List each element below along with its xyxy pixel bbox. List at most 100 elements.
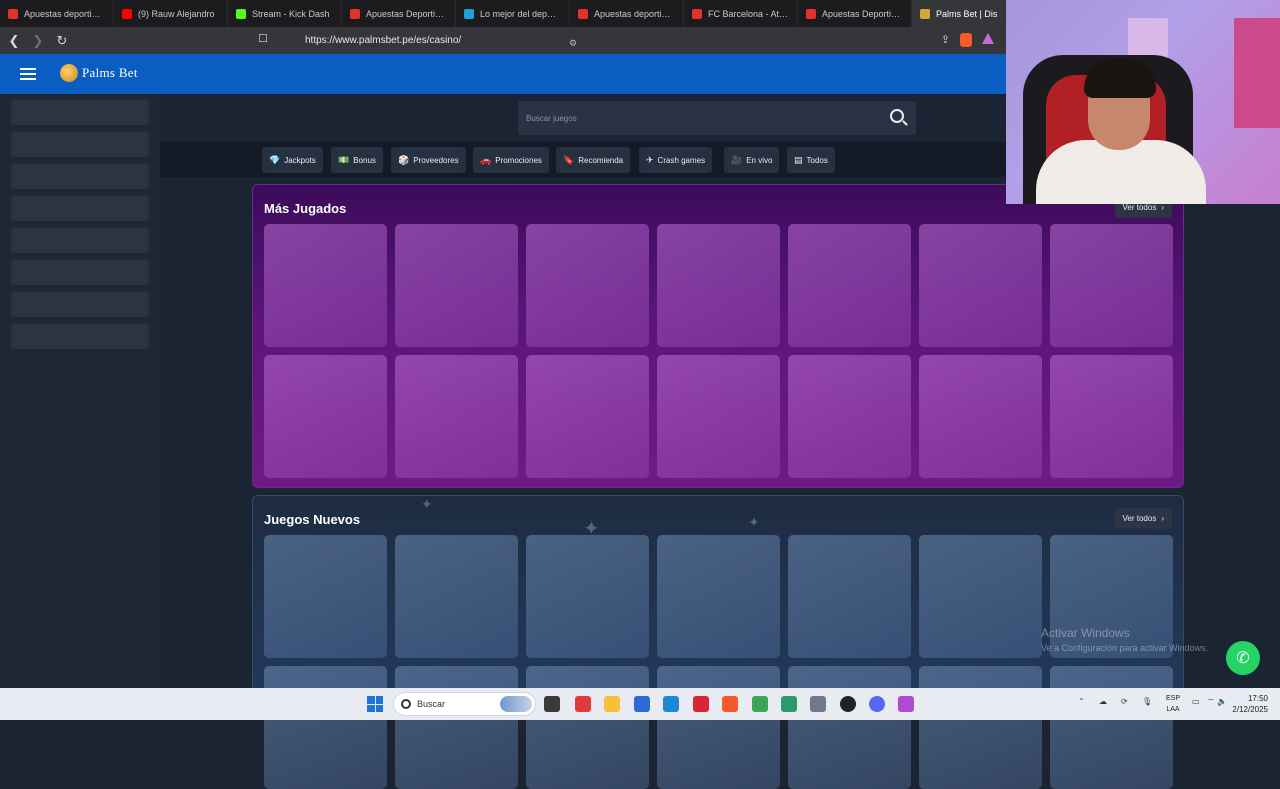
wall-poster (1234, 18, 1280, 128)
game-tile-placeholder[interactable] (657, 355, 780, 478)
car-icon: 🚗 (480, 154, 492, 165)
game-tile-placeholder[interactable] (657, 224, 780, 347)
game-tile-placeholder[interactable] (788, 535, 911, 658)
game-tile-placeholder[interactable] (1050, 224, 1173, 347)
search-icon[interactable] (890, 109, 904, 123)
game-tile-placeholder[interactable] (395, 535, 518, 658)
category-promociones[interactable]: 🚗 Promociones (473, 147, 549, 173)
browser-tab[interactable]: Stream - Kick Dash (228, 0, 342, 27)
file-explorer-icon[interactable] (604, 696, 620, 712)
share-icon[interactable]: ⇪ (941, 33, 950, 47)
browser-toolbar: ❮ ❯ ↻ ☐ ⚙ https://www.palmsbet.pe/es/cas… (0, 27, 1006, 54)
diamond-icon: 💎 (269, 154, 281, 165)
system-clock[interactable]: 17:50 2/12/2025 (1228, 693, 1268, 715)
game-tile-placeholder[interactable] (526, 355, 649, 478)
category-todos[interactable]: ▤ Todos (787, 147, 835, 173)
wifi-icon[interactable]: ⌔ (1207, 697, 1215, 707)
game-tile-placeholder[interactable] (395, 355, 518, 478)
whatsapp-icon[interactable]: ✆ (1226, 641, 1260, 675)
game-tile-placeholder[interactable] (657, 666, 780, 789)
site-header: Palms Bet (0, 54, 1006, 94)
game-tile-placeholder[interactable] (919, 666, 1042, 789)
brave-icon[interactable] (722, 696, 738, 712)
game-tile-placeholder[interactable] (526, 224, 649, 347)
see-all-button[interactable]: Ver todos › (1114, 508, 1172, 529)
search-icon (401, 699, 411, 709)
game-tile-placeholder[interactable] (264, 535, 387, 658)
game-tile-placeholder[interactable] (264, 355, 387, 478)
game-tile-placeholder[interactable] (657, 535, 780, 658)
category-en-vivo[interactable]: 🎥 En vivo (724, 147, 780, 173)
sidebar-skeleton-item (11, 228, 149, 253)
game-tile-placeholder[interactable] (395, 224, 518, 347)
microphone-icon[interactable]: 🎙 (1142, 697, 1152, 706)
brand-name: Palms Bet (82, 65, 138, 80)
browser-tab[interactable]: Lo mejor del deporte y (456, 0, 570, 27)
discord-icon[interactable] (869, 696, 885, 712)
app-icon[interactable] (575, 696, 591, 712)
category-jackpots[interactable]: 💎 Jackpots (262, 147, 323, 173)
address-bar[interactable]: ⚙ https://www.palmsbet.pe/es/casino/ (283, 32, 1003, 49)
site-logo[interactable]: Palms Bet (60, 64, 138, 82)
tab-favicon-icon (920, 8, 930, 19)
browser-tab[interactable]: FC Barcelona - Atlético (684, 0, 798, 27)
game-tile-placeholder[interactable] (264, 224, 387, 347)
camera-icon: 🎥 (731, 154, 743, 165)
calculator-icon[interactable] (810, 696, 826, 712)
webcam-overlay (1006, 0, 1280, 204)
game-tile-placeholder[interactable] (919, 355, 1042, 478)
brave-rewards-icon[interactable] (982, 33, 994, 44)
game-tile-placeholder[interactable] (788, 224, 911, 347)
game-tile-placeholder[interactable] (919, 535, 1042, 658)
language-indicator[interactable]: ESP LAA (1164, 693, 1182, 715)
section-most-played: Más Jugados Ver todos › (252, 184, 1184, 488)
browser-tab[interactable]: (9) Rauw Alejandro (114, 0, 228, 27)
volume-icon[interactable]: 🔈 (1217, 697, 1227, 706)
browser-tab[interactable]: Apuestas Deportivas O (342, 0, 456, 27)
site-info-icon[interactable]: ⚙ (569, 38, 577, 49)
menu-icon[interactable] (20, 68, 36, 80)
search-input[interactable] (526, 110, 866, 126)
bookmark-icon[interactable]: ☐ (258, 32, 268, 45)
category-crash-games[interactable]: ✈ Crash games (639, 147, 713, 173)
app-icon[interactable] (898, 696, 914, 712)
chevron-up-icon[interactable]: ⌃ (1078, 697, 1085, 706)
opera-icon[interactable] (693, 696, 709, 712)
game-tile-placeholder[interactable] (919, 224, 1042, 347)
sparkle-icon: ✦ (421, 496, 433, 512)
game-search (518, 101, 916, 135)
plane-icon: ✈ (646, 154, 654, 165)
game-tile-placeholder[interactable] (1050, 666, 1173, 789)
forward-button[interactable]: ❯ (28, 31, 48, 51)
game-tile-placeholder[interactable] (526, 666, 649, 789)
taskbar-search[interactable]: Buscar (393, 692, 536, 716)
sync-icon[interactable]: ⟳ (1121, 697, 1128, 706)
category-bonus[interactable]: 💵 Bonus (331, 147, 383, 173)
category-recomienda[interactable]: 🔖 Recomienda (556, 147, 631, 173)
reload-button[interactable]: ↻ (52, 31, 72, 51)
outlook-icon[interactable] (663, 696, 679, 712)
notepad-icon[interactable] (781, 696, 797, 712)
browser-tab[interactable]: Apuestas deportivas | (0, 0, 114, 27)
browser-tab[interactable]: Apuestas Deportivas - (798, 0, 912, 27)
sparkle-icon: ✦ (748, 514, 760, 530)
game-tile-placeholder[interactable] (526, 535, 649, 658)
display-icon[interactable]: ▭ (1192, 697, 1200, 706)
app-icon[interactable] (752, 696, 768, 712)
back-button[interactable]: ❮ (4, 31, 24, 51)
dice-icon: 🎲 (398, 154, 410, 165)
cloud-icon[interactable]: ☁ (1099, 697, 1107, 706)
category-proveedores[interactable]: 🎲 Proveedores (391, 147, 466, 173)
game-tile-placeholder[interactable] (1050, 355, 1173, 478)
tab-label: Apuestas deportivas | A (594, 8, 675, 19)
browser-tab[interactable]: Apuestas deportivas | A (570, 0, 684, 27)
task-view-icon[interactable] (544, 696, 560, 712)
windows-start-icon[interactable] (367, 696, 383, 712)
obs-icon[interactable] (840, 696, 856, 712)
game-tile-placeholder[interactable] (395, 666, 518, 789)
brave-shield-icon[interactable] (960, 33, 972, 47)
store-icon[interactable] (634, 696, 650, 712)
game-tile-placeholder[interactable] (788, 666, 911, 789)
game-tile-placeholder[interactable] (788, 355, 911, 478)
game-tile-placeholder[interactable] (264, 666, 387, 789)
